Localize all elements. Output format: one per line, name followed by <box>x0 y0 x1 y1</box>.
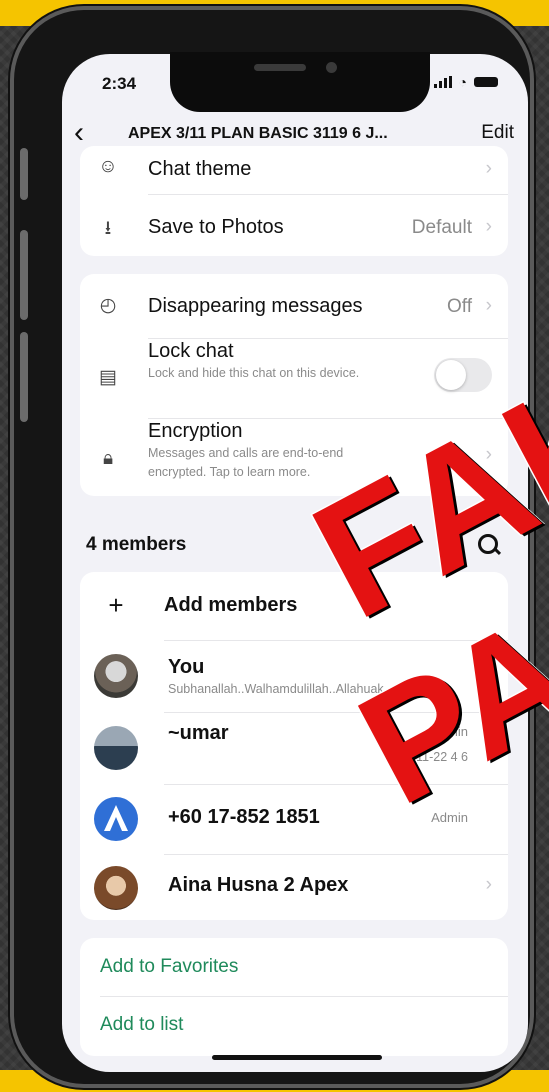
add-to-list-button[interactable]: Add to list <box>100 1014 183 1036</box>
member-name: +60 17-852 1851 <box>168 806 320 828</box>
phone-notch <box>170 52 430 112</box>
member-name: You <box>168 656 205 678</box>
member-name: Aina Husna 2 Apex <box>168 874 349 896</box>
add-members-label: Add members <box>164 594 298 616</box>
save-to-photos-row[interactable]: ⭳ Save to Photos Default › <box>80 196 508 254</box>
battery-icon <box>474 77 498 87</box>
divider <box>148 338 508 339</box>
lock-chat-icon: ▤ <box>99 367 117 388</box>
save-to-photos-value: Default <box>411 217 472 238</box>
status-time: 2:34 <box>102 74 137 93</box>
lock-chat-label: Lock chat <box>148 340 234 362</box>
phone-volume-down <box>20 332 28 422</box>
disappearing-messages-label: Disappearing messages <box>148 295 363 317</box>
timer-icon: ◴ <box>99 295 117 316</box>
toggle-knob <box>436 360 466 390</box>
signal-icon <box>433 76 452 88</box>
chat-theme-row[interactable]: ☺ Chat theme › <box>80 146 508 190</box>
chevron-right-icon: › <box>485 295 492 316</box>
palette-icon: ☺ <box>98 156 118 177</box>
lock-chat-subtitle: Lock and hide this chat on this device. <box>148 366 360 380</box>
disappearing-messages-value: Off <box>447 296 472 317</box>
chat-theme-label: Chat theme <box>148 158 252 180</box>
edit-button[interactable]: Edit <box>481 122 514 144</box>
speaker <box>254 64 306 71</box>
phone-volume-up <box>20 230 28 320</box>
member-row[interactable]: Aina Husna 2 Apex › <box>80 856 508 920</box>
divider <box>164 854 508 855</box>
back-chevron-icon[interactable]: ‹ <box>74 116 84 150</box>
chevron-right-icon: › <box>485 216 492 237</box>
avatar <box>94 654 138 698</box>
front-camera <box>326 62 337 73</box>
save-to-photos-label: Save to Photos <box>148 216 284 238</box>
status-icons: ◔ <box>433 74 498 90</box>
apex-logo-icon <box>104 805 128 831</box>
divider <box>100 996 508 997</box>
disappearing-messages-row[interactable]: ◴ Disappearing messages Off › <box>80 274 508 336</box>
phone-mute-switch <box>20 148 28 200</box>
avatar <box>94 726 138 770</box>
media-settings-card: ☺ Chat theme › ⭳ Save to Photos Default … <box>80 146 508 256</box>
add-to-favorites-button[interactable]: Add to Favorites <box>100 956 238 978</box>
wifi-icon: ◔ <box>458 74 467 90</box>
members-count-header: 4 members <box>86 534 187 555</box>
chevron-right-icon: › <box>485 158 492 179</box>
avatar <box>94 797 138 841</box>
chat-title: APEX 3/11 PLAN BASIC 3119 6 J... <box>128 125 388 142</box>
home-indicator <box>212 1055 382 1060</box>
list-actions-card: Add to Favorites Add to list <box>80 938 508 1056</box>
member-name: ~umar <box>168 722 229 744</box>
chevron-right-icon: › <box>485 874 492 895</box>
avatar <box>94 866 138 910</box>
download-icon: ⭳ <box>104 218 112 239</box>
divider <box>148 194 508 195</box>
encryption-label: Encryption <box>148 420 243 442</box>
plus-icon: + <box>108 590 124 620</box>
lock-icon: 🔒︎ <box>102 448 114 469</box>
